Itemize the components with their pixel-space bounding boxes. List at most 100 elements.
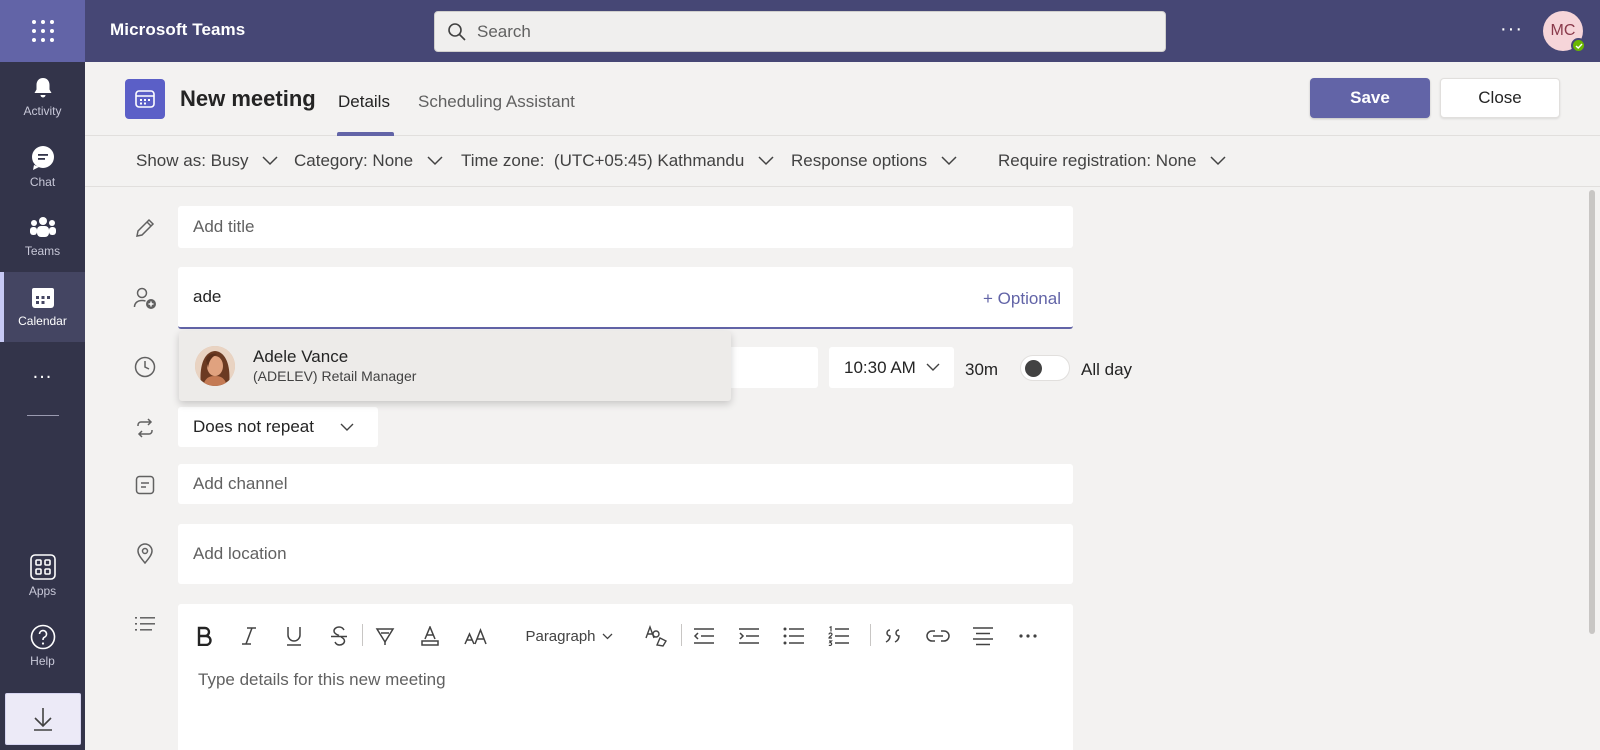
chevron-down-icon — [262, 156, 278, 166]
rail-item-help[interactable]: Help — [0, 611, 85, 681]
details-editor[interactable]: Paragraph Type details for this new meet… — [178, 604, 1073, 750]
response-options-label: Response options — [791, 151, 928, 170]
avatar[interactable]: MC — [1543, 11, 1586, 53]
response-options-dropdown[interactable]: Response options — [791, 151, 957, 171]
search-input[interactable]: Search — [434, 11, 1166, 52]
numbered-list-icon — [828, 626, 849, 646]
page-title: New meeting — [180, 86, 316, 111]
location-input[interactable]: Add location — [178, 524, 1073, 584]
increase-indent-button[interactable] — [735, 622, 763, 650]
more-formatting-button[interactable] — [1014, 622, 1042, 650]
chevron-down-icon — [1210, 156, 1226, 166]
title-input[interactable]: Add title — [178, 206, 1073, 248]
bold-icon — [197, 626, 212, 646]
align-button[interactable] — [969, 622, 997, 650]
chevron-down-icon — [926, 363, 940, 371]
paragraph-label: Paragraph — [525, 627, 596, 645]
apps-icon — [29, 554, 56, 580]
underline-icon — [287, 627, 301, 646]
add-person-icon — [133, 286, 157, 310]
registration-label: Require registration: None — [998, 151, 1197, 170]
download-button[interactable] — [5, 693, 81, 745]
meeting-options-bar: Show as: Busy Category: None Time zone: … — [85, 137, 1600, 187]
channel-icon — [133, 473, 157, 497]
channel-input[interactable]: Add channel — [178, 464, 1073, 504]
bold-button[interactable] — [190, 622, 218, 650]
toolbar-divider — [681, 624, 682, 646]
link-icon — [926, 630, 950, 642]
more-options-button[interactable]: ··· — [1500, 18, 1523, 41]
strikethrough-button[interactable] — [325, 622, 353, 650]
rail-label: Apps — [28, 584, 57, 598]
tab-scheduling-assistant[interactable]: Scheduling Assistant — [418, 92, 575, 112]
category-label: Category: None — [294, 151, 414, 170]
rail-item-teams[interactable]: Teams — [0, 202, 85, 272]
timezone-dropdown[interactable]: Time zone: (UTC+05:45) Kathmandu — [461, 151, 774, 171]
details-placeholder: Type details for this new meeting — [198, 670, 446, 689]
toolbar-divider — [362, 624, 363, 646]
paragraph-dropdown[interactable]: Paragraph — [523, 622, 615, 650]
show-as-dropdown[interactable]: Show as: Busy — [136, 151, 278, 171]
link-button[interactable] — [924, 622, 952, 650]
align-center-icon — [973, 627, 993, 646]
strikethrough-icon — [331, 626, 347, 646]
location-placeholder: Add location — [193, 544, 287, 563]
app-launcher-button[interactable] — [0, 0, 85, 62]
timezone-label: Time zone: (UTC+05:45) Kathmandu — [461, 151, 745, 170]
suggestion-name: Adele Vance — [253, 347, 349, 366]
rail-label: Calendar — [18, 314, 67, 328]
channel-placeholder: Add channel — [193, 474, 288, 493]
quote-button[interactable] — [879, 622, 907, 650]
font-color-button[interactable] — [416, 622, 444, 650]
teams-icon — [29, 217, 56, 237]
chat-icon — [31, 146, 54, 170]
highlight-button[interactable] — [371, 622, 399, 650]
people-suggestion-item[interactable]: Adele Vance (ADELEV) Retail Manager — [179, 331, 731, 401]
search-icon — [448, 22, 466, 41]
presence-available-icon — [1571, 38, 1586, 53]
show-as-label: Show as: Busy — [136, 151, 249, 170]
all-day-label: All day — [1081, 360, 1133, 379]
registration-dropdown[interactable]: Require registration: None — [998, 151, 1226, 171]
close-button[interactable]: Close — [1440, 78, 1560, 118]
chevron-down-icon — [758, 156, 774, 166]
scrollbar[interactable] — [1589, 190, 1595, 634]
numbered-list-button[interactable] — [825, 622, 853, 650]
help-icon — [30, 624, 55, 650]
attendees-input[interactable]: ade + Optional — [178, 267, 1073, 329]
toggle-knob — [1025, 360, 1042, 377]
meeting-header: New meeting Details Scheduling Assistant… — [85, 62, 1600, 136]
save-button[interactable]: Save — [1310, 78, 1430, 118]
attendees-value: ade — [193, 287, 222, 306]
rail-item-apps[interactable]: Apps — [0, 541, 85, 611]
all-day-toggle[interactable] — [1020, 355, 1070, 381]
underline-button[interactable] — [280, 622, 308, 650]
location-pin-icon — [133, 542, 157, 566]
rail-label: Chat — [29, 175, 56, 189]
rail-item-activity[interactable]: Activity — [0, 62, 85, 132]
font-size-button[interactable] — [461, 622, 491, 650]
end-time-dropdown[interactable]: 10:30 AM — [829, 347, 954, 388]
bullet-list-button[interactable] — [780, 622, 808, 650]
avatar-initials: MC — [1550, 22, 1576, 39]
rail-more-apps-button[interactable]: ... — [0, 342, 85, 402]
clear-format-button[interactable] — [642, 622, 670, 650]
more-icon — [1019, 634, 1037, 638]
tab-active-indicator — [337, 132, 394, 136]
end-time-value: 10:30 AM — [844, 357, 916, 377]
rail-item-chat[interactable]: Chat — [0, 132, 85, 202]
category-dropdown[interactable]: Category: None — [294, 151, 443, 171]
repeat-dropdown[interactable]: Does not repeat — [178, 407, 378, 447]
tab-details[interactable]: Details — [338, 92, 390, 112]
bullet-list-icon — [783, 627, 804, 645]
italic-button[interactable] — [235, 622, 263, 650]
rail-label: Help — [30, 654, 55, 668]
avatar — [195, 346, 235, 386]
decrease-indent-button[interactable] — [690, 622, 718, 650]
search-placeholder: Search — [477, 21, 531, 41]
chevron-down-icon — [941, 156, 957, 166]
repeat-value: Does not repeat — [193, 417, 314, 436]
duration-label: 30m — [965, 360, 999, 379]
add-optional-button[interactable]: + Optional — [983, 289, 1061, 309]
rail-item-calendar[interactable]: Calendar — [0, 272, 85, 342]
